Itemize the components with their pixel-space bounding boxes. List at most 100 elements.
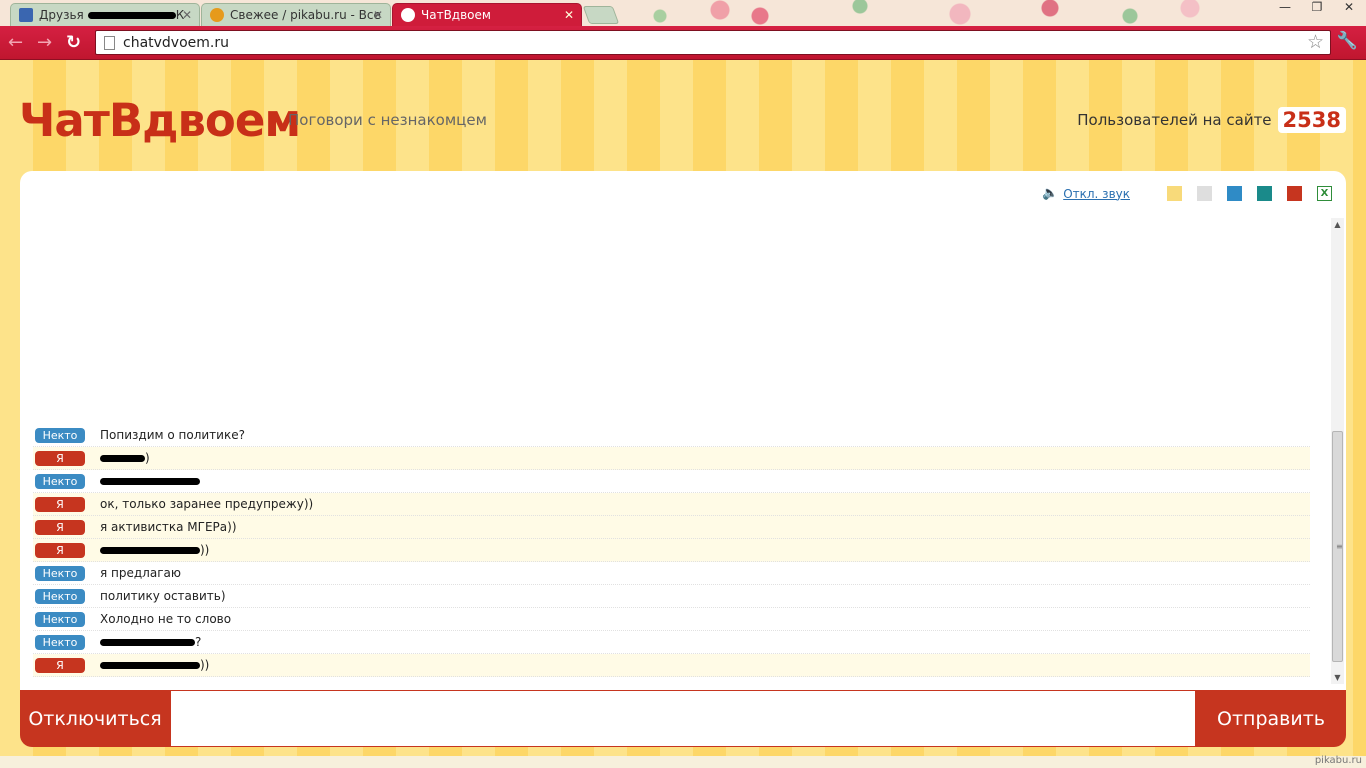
browser-titlebar: Друзья К ✕ Свежее / pikabu.ru - Все ✕ Ча…: [0, 0, 1366, 26]
message-text: )): [100, 658, 209, 672]
message-tail: ): [145, 451, 150, 465]
tab-title: Друзья: [39, 8, 84, 22]
message-text: политику оставить): [100, 589, 226, 603]
message-body: я активистка МГЕРа)): [100, 520, 237, 534]
reload-icon[interactable]: ↻: [66, 32, 81, 53]
redaction-scribble: [100, 477, 200, 485]
forward-arrow-icon[interactable]: →: [37, 32, 52, 53]
close-window-icon[interactable]: ✕: [1338, 0, 1360, 14]
message-tail: )): [200, 543, 210, 557]
speaker-mute-icon[interactable]: 🔈: [1042, 186, 1058, 201]
play-icon: [19, 8, 33, 22]
excel-export-icon[interactable]: X: [1317, 186, 1332, 201]
online-users: Пользователей на сайте 2538: [1077, 107, 1346, 133]
sender-badge: Некто: [35, 588, 85, 604]
mute-sound-link[interactable]: Откл. звук: [1063, 187, 1130, 201]
theme-swatch-blue[interactable]: [1227, 186, 1242, 201]
tab-friends[interactable]: Друзья К ✕: [10, 3, 200, 26]
tab-pikabu[interactable]: Свежее / pikabu.ru - Все ✕: [201, 3, 391, 26]
message-body: Попиздим о политике?: [100, 428, 245, 442]
sender-badge: Я: [35, 496, 85, 512]
grip-icon: ≡: [1336, 542, 1343, 551]
theme-swatch-gray[interactable]: [1197, 186, 1212, 201]
pikabu-icon: [210, 8, 224, 22]
sender-badge: Некто: [35, 427, 85, 443]
chat-message: Я)): [33, 654, 1310, 677]
sender-badge: Я: [35, 519, 85, 535]
sender-badge: Некто: [35, 473, 85, 489]
watermark: pikabu.ru: [1314, 755, 1362, 766]
chat-bubble-icon: [401, 8, 415, 22]
sender-badge: Некто: [35, 634, 85, 650]
tab-title: Свежее / pikabu.ru - Все: [230, 8, 381, 22]
scroll-up-arrow-icon[interactable]: ▲: [1331, 220, 1344, 229]
message-body: политику оставить): [100, 589, 226, 603]
close-icon[interactable]: ✕: [373, 8, 383, 22]
message-text: Холодно не то слово: [100, 612, 231, 626]
message-text: Попиздим о политике?: [100, 428, 245, 442]
disconnect-button[interactable]: Отключиться: [20, 690, 170, 747]
input-bar: Отключиться Отправить: [20, 690, 1346, 747]
message-text: )): [100, 543, 209, 557]
wrench-icon[interactable]: 🔧: [1337, 31, 1358, 51]
redaction-scribble: [100, 454, 145, 462]
sender-badge: Я: [35, 542, 85, 558]
message-text: я предлагаю: [100, 566, 181, 580]
message-text: ?: [100, 635, 201, 649]
chat-message: Яок, только заранее предупрежу)): [33, 493, 1310, 516]
users-label: Пользователей на сайте: [1077, 111, 1272, 129]
chat-message: Я): [33, 447, 1310, 470]
message-tail: ?: [195, 635, 202, 649]
new-tab-button[interactable]: [582, 6, 620, 24]
message-body: я предлагаю: [100, 566, 181, 580]
scroll-thumb[interactable]: ≡: [1332, 431, 1343, 662]
message-input[interactable]: [170, 690, 1196, 747]
scroll-down-arrow-icon[interactable]: ▼: [1331, 673, 1344, 682]
redaction-scribble: [87, 11, 176, 19]
minimize-icon[interactable]: —: [1274, 0, 1296, 14]
chat-toolbar: 🔈 Откл. звук X: [1042, 186, 1332, 201]
sender-badge: Я: [35, 657, 85, 673]
message-tail: )): [200, 658, 210, 672]
users-count: 2538: [1277, 107, 1346, 133]
close-icon[interactable]: ✕: [182, 8, 192, 22]
message-text: [100, 477, 200, 485]
sender-badge: Некто: [35, 611, 85, 627]
bookmark-star-icon[interactable]: ☆: [1307, 31, 1324, 53]
window-controls: — ❐ ✕: [1274, 0, 1360, 14]
message-text: ок, только заранее предупрежу)): [100, 497, 313, 511]
chat-message: Некто я предлагаю: [33, 562, 1310, 585]
close-icon[interactable]: ✕: [564, 8, 574, 22]
page: ЧатВдвоем Поговори с незнакомцем Пользов…: [0, 60, 1366, 768]
restore-icon[interactable]: ❐: [1306, 0, 1328, 14]
theme-swatch-teal[interactable]: [1257, 186, 1272, 201]
page-icon: [104, 35, 115, 50]
chat-message: Некто: [33, 470, 1310, 493]
back-arrow-icon[interactable]: ←: [8, 32, 23, 53]
message-list: Некто Попиздим о политике? Я) Некто Яок, тол…: [33, 424, 1310, 677]
sender-badge: Некто: [35, 565, 85, 581]
browser-toolbar: ← → ↻ chatvdvoem.ru ☆ 🔧: [0, 26, 1366, 60]
chat-message: Некто?: [33, 631, 1310, 654]
bottom-strip: [0, 756, 1366, 768]
theme-swatch-yellow[interactable]: [1167, 186, 1182, 201]
address-bar[interactable]: chatvdvoem.ru ☆: [95, 30, 1331, 55]
chat-message: Некто Попиздим о политике?: [33, 424, 1310, 447]
sender-badge: Я: [35, 450, 85, 466]
chat-scrollbar[interactable]: ▲ ≡ ▼: [1331, 218, 1344, 684]
tab-chatvdvoem[interactable]: ЧатВдвоем ✕: [392, 3, 582, 26]
theme-swatch-red[interactable]: [1287, 186, 1302, 201]
site-logo[interactable]: ЧатВдвоем: [19, 94, 301, 147]
send-button[interactable]: Отправить: [1196, 690, 1346, 747]
chat-message: Я)): [33, 539, 1310, 562]
redaction-scribble: [100, 546, 200, 554]
redaction-scribble: [100, 638, 195, 646]
message-text: ): [100, 451, 150, 465]
message-text: я активистка МГЕРа)): [100, 520, 237, 534]
chat-message: Яя активистка МГЕРа)): [33, 516, 1310, 539]
chat-window: 🔈 Откл. звук X Некто Попиздим о политике?…: [20, 171, 1346, 690]
site-tagline: Поговори с незнакомцем: [288, 111, 487, 129]
url-text: chatvdvoem.ru: [123, 34, 229, 51]
chat-message: Некто Холодно не то слово: [33, 608, 1310, 631]
message-body: Холодно не то слово: [100, 612, 232, 626]
